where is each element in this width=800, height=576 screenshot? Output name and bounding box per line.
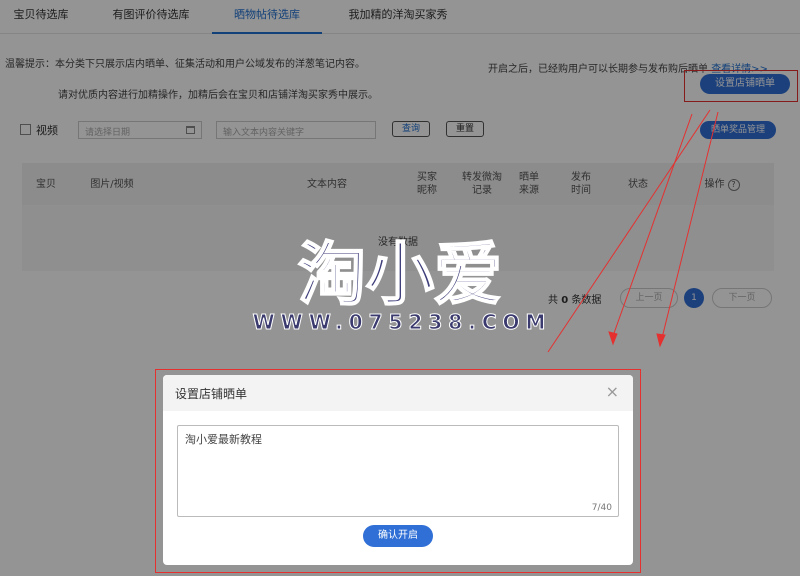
watermark-logo-text: 淘小爱 <box>298 236 502 315</box>
dialog-header: 设置店铺晒单 × <box>163 375 633 411</box>
show-text-textarea[interactable]: 淘小爱最新教程 7/40 <box>177 425 619 517</box>
setup-store-show-dialog: 设置店铺晒单 × 淘小爱最新教程 7/40 确认开启 <box>163 375 633 565</box>
watermark-logo: 淘小爱 <box>297 236 503 316</box>
dialog-title: 设置店铺晒单 <box>175 387 248 401</box>
textarea-value: 淘小爱最新教程 <box>185 433 262 446</box>
char-counter: 7/40 <box>591 503 612 513</box>
watermark-url: WWW.075238.COM <box>252 310 552 335</box>
close-icon[interactable]: × <box>606 383 619 401</box>
confirm-enable-button[interactable]: 确认开启 <box>363 525 433 547</box>
